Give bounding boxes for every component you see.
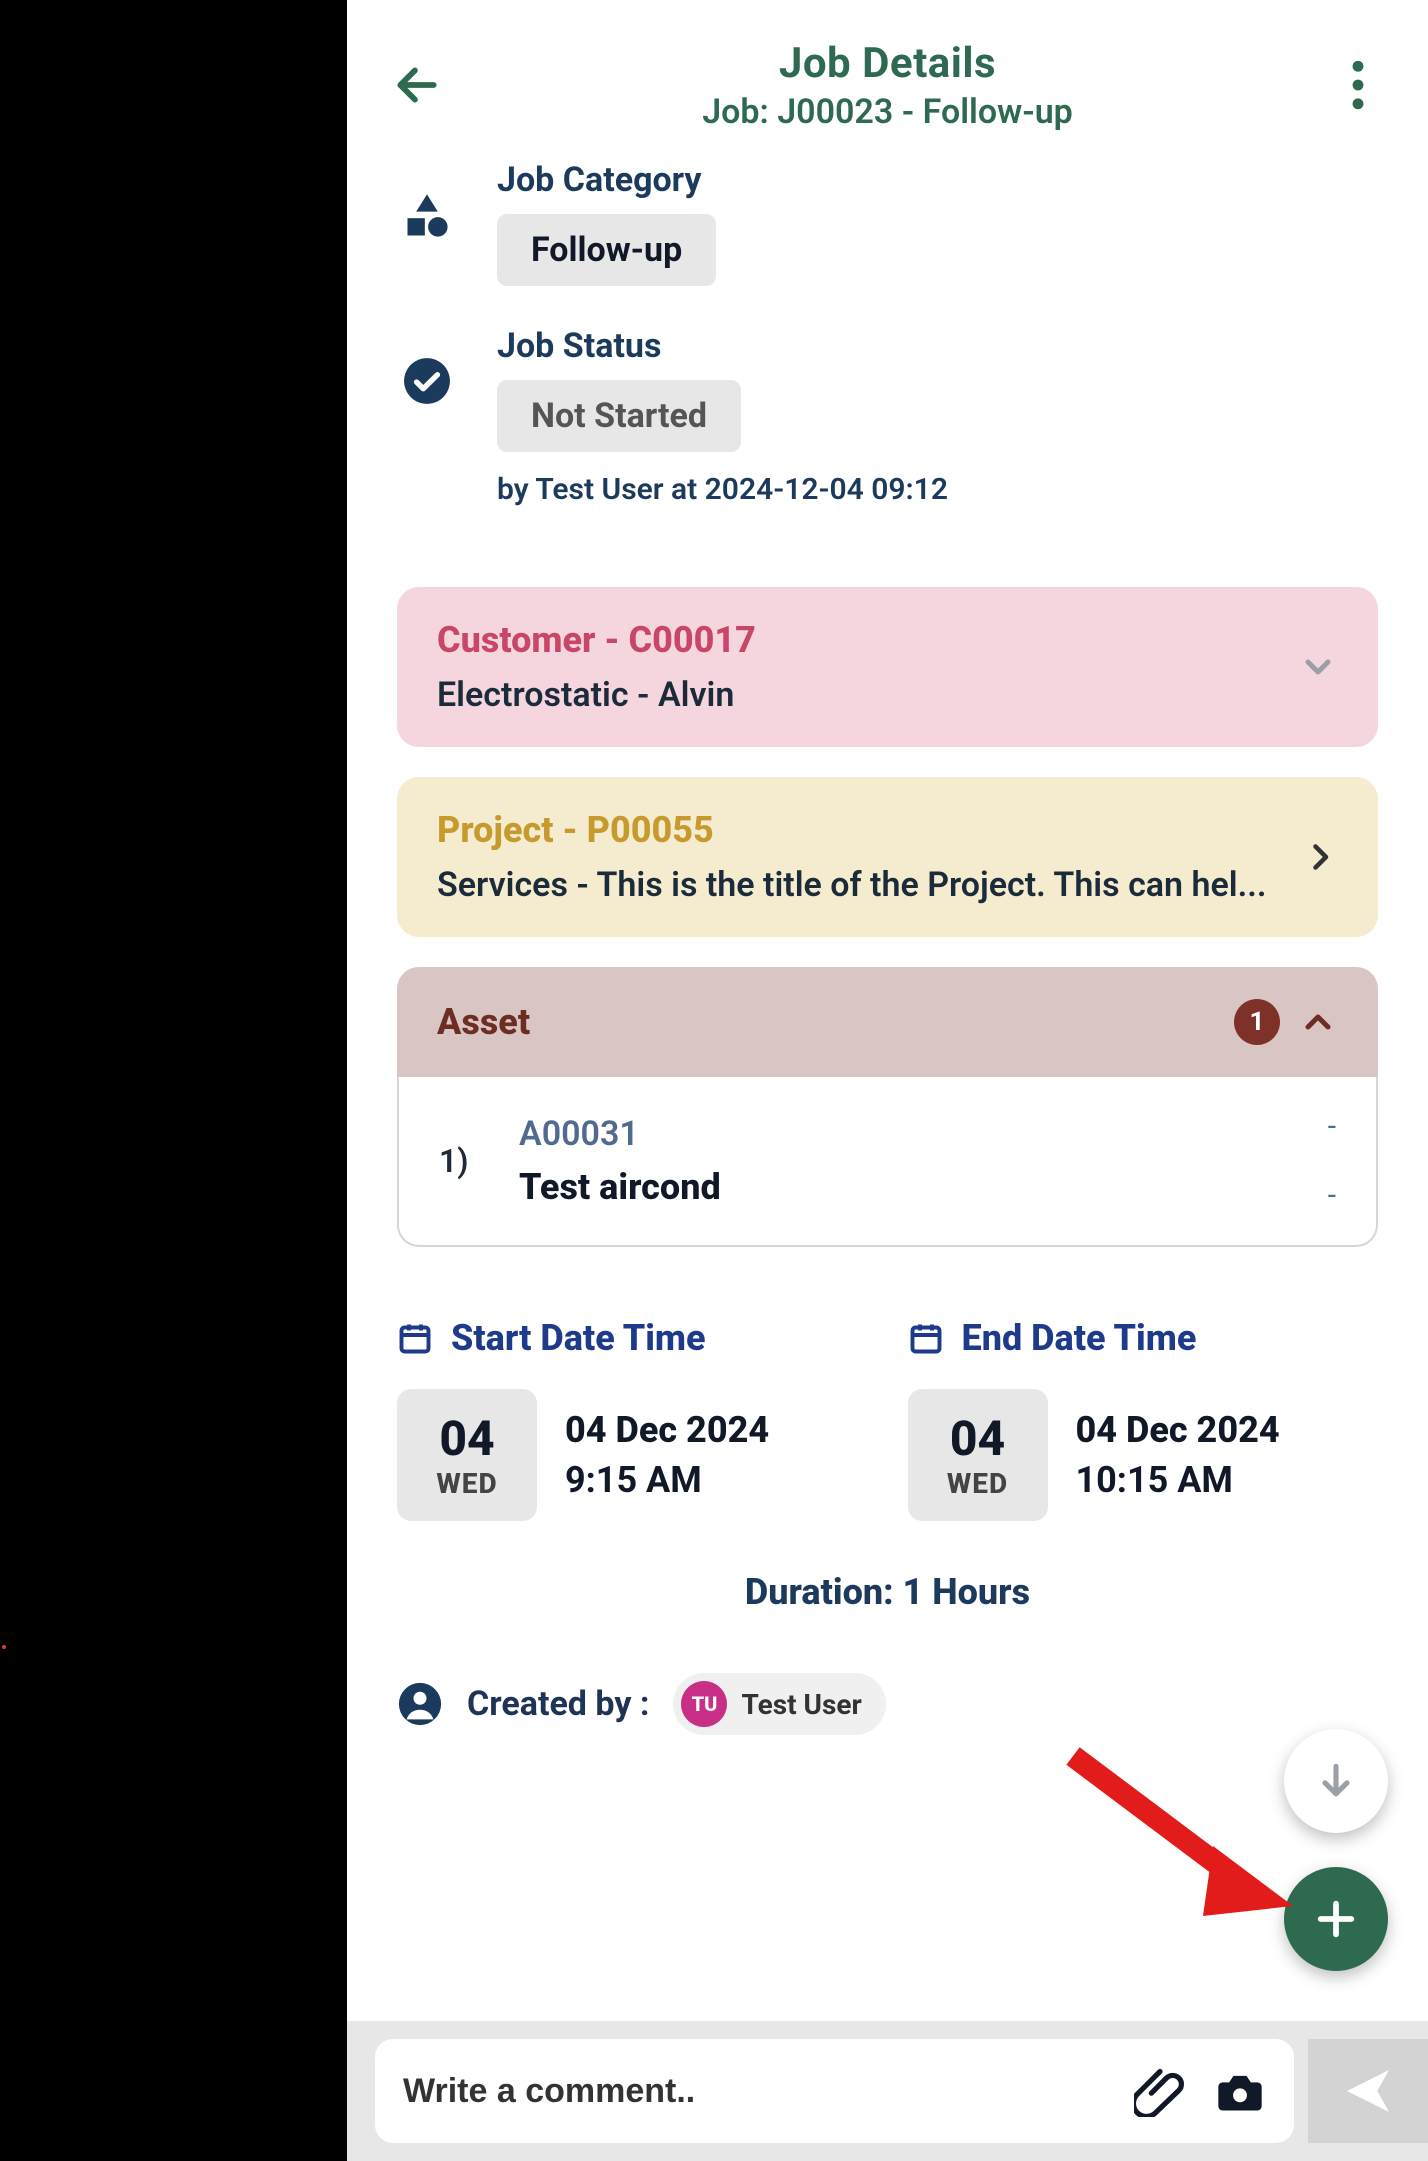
category-shapes-icon: [401, 190, 453, 242]
job-category-label: Job Category: [497, 160, 1378, 200]
job-status-chip[interactable]: Not Started: [497, 380, 741, 452]
created-by-label: Created by :: [467, 1684, 649, 1724]
chevron-down-icon: [1298, 647, 1338, 687]
job-status-byline: by Test User at 2024-12-04 09:12: [497, 472, 1378, 507]
page-subtitle: Job: J00023 - Follow-up: [447, 92, 1328, 132]
add-fab[interactable]: [1284, 1867, 1388, 1971]
check-circle-icon: [402, 356, 452, 406]
asset-list: 1) A00031 Test aircond - -: [397, 1077, 1378, 1247]
arrow-down-icon: [1314, 1759, 1358, 1803]
end-time: 10:15 AM: [1076, 1459, 1280, 1501]
asset-row-index: 1): [439, 1142, 489, 1180]
arrow-left-icon: [392, 60, 442, 110]
send-icon: [1340, 2063, 1396, 2119]
duration-label: Duration: 1 Hours: [397, 1571, 1378, 1613]
asset-card-title: Asset: [437, 1001, 1214, 1043]
chevron-right-icon: [1302, 839, 1338, 875]
calendar-icon: [908, 1320, 944, 1356]
camera-button[interactable]: [1214, 2065, 1266, 2117]
comment-input[interactable]: [403, 2072, 1106, 2111]
end-dow: WED: [947, 1467, 1008, 1500]
customer-card-sub: Electrostatic - Alvin: [437, 675, 1278, 715]
back-button[interactable]: [387, 55, 447, 115]
person-circle-icon: [397, 1681, 443, 1727]
calendar-icon: [397, 1320, 433, 1356]
start-label: Start Date Time: [451, 1317, 706, 1359]
end-daynum: 04: [950, 1410, 1005, 1467]
job-status-block: Job Status Not Started by Test User at 2…: [397, 326, 1378, 507]
project-card-title: Project - P00055: [437, 809, 1282, 851]
comment-bar: [347, 2021, 1428, 2161]
camera-icon: [1214, 2065, 1266, 2117]
start-daynum: 04: [439, 1410, 494, 1467]
job-category-block: Job Category Follow-up: [397, 160, 1378, 286]
created-by-user-chip[interactable]: TU Test User: [673, 1673, 885, 1735]
asset-row[interactable]: 1) A00031 Test aircond - -: [399, 1077, 1376, 1245]
plus-icon: [1313, 1896, 1359, 1942]
end-date: 04 Dec 2024: [1076, 1409, 1280, 1451]
red-indicator-dot: [2, 1645, 6, 1649]
end-datetime-block: End Date Time 04 WED 04 Dec 2024 10:15 A…: [908, 1317, 1379, 1521]
more-options-button[interactable]: [1328, 55, 1388, 115]
project-card-sub: Services - This is the title of the Proj…: [437, 865, 1282, 905]
job-category-chip[interactable]: Follow-up: [497, 214, 716, 286]
asset-trail-1: -: [1328, 1109, 1336, 1144]
asset-name: Test aircond: [519, 1166, 1298, 1208]
start-day-tile[interactable]: 04 WED: [397, 1389, 537, 1521]
top-bar: Job Details Job: J00023 - Follow-up: [347, 0, 1428, 150]
start-dow: WED: [436, 1467, 497, 1500]
paperclip-icon: [1134, 2065, 1186, 2117]
project-card[interactable]: Project - P00055 Services - This is the …: [397, 777, 1378, 937]
page-title: Job Details: [447, 39, 1328, 88]
created-by-username: Test User: [741, 1688, 861, 1721]
user-avatar-initials: TU: [681, 1681, 727, 1727]
asset-count-badge: 1: [1234, 999, 1280, 1045]
left-empty-panel: [0, 0, 347, 2161]
scroll-down-fab[interactable]: [1284, 1729, 1388, 1833]
asset-id: A00031: [519, 1114, 1298, 1154]
created-by-row: Created by : TU Test User: [397, 1673, 1378, 1735]
attach-button[interactable]: [1134, 2065, 1186, 2117]
asset-card-header[interactable]: Asset 1: [397, 967, 1378, 1077]
start-datetime-block: Start Date Time 04 WED 04 Dec 2024 9:15 …: [397, 1317, 868, 1521]
start-date: 04 Dec 2024: [565, 1409, 769, 1451]
end-day-tile[interactable]: 04 WED: [908, 1389, 1048, 1521]
customer-card-title: Customer - C00017: [437, 619, 1278, 661]
start-time: 9:15 AM: [565, 1459, 769, 1501]
more-vertical-icon: [1351, 60, 1365, 110]
chevron-up-icon: [1298, 1002, 1338, 1042]
customer-card[interactable]: Customer - C00017 Electrostatic - Alvin: [397, 587, 1378, 747]
asset-trail-2: -: [1328, 1178, 1336, 1213]
job-status-label: Job Status: [497, 326, 1378, 366]
end-label: End Date Time: [962, 1317, 1197, 1359]
send-button[interactable]: [1308, 2039, 1428, 2143]
